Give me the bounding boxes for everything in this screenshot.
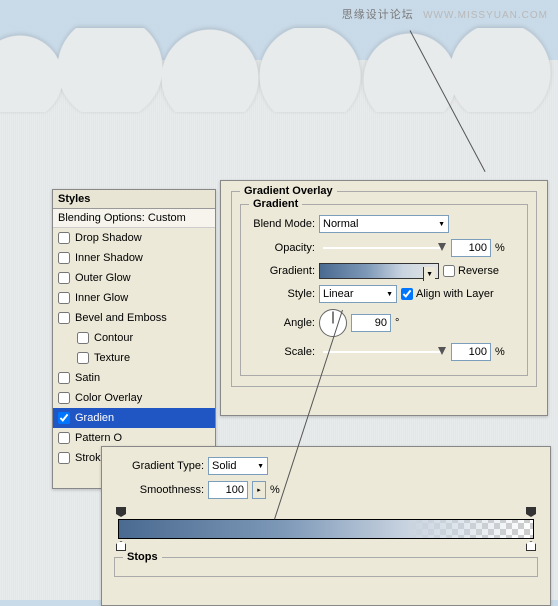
scale-slider[interactable] (323, 345, 443, 359)
gradient-track[interactable] (118, 519, 534, 539)
angle-label: Angle: (249, 317, 315, 329)
smoothness-label: Smoothness: (114, 484, 204, 496)
style-checkbox[interactable] (58, 432, 70, 444)
smoothness-value[interactable]: 100 (208, 481, 248, 499)
style-row-drop-shadow[interactable]: Drop Shadow (53, 228, 215, 248)
gradient-picker[interactable] (319, 263, 439, 279)
color-stop-right[interactable] (526, 541, 536, 551)
blend-mode-select[interactable]: Normal (319, 215, 449, 233)
opacity-slider[interactable] (323, 241, 443, 255)
style-checkbox[interactable] (77, 332, 89, 344)
overlay-title: Gradient Overlay (240, 185, 337, 197)
style-row-gradient-overlay[interactable]: Gradien (53, 408, 215, 428)
opacity-pct: % (495, 242, 505, 254)
style-row-pattern-overlay[interactable]: Pattern O (53, 428, 215, 448)
style-checkbox[interactable] (58, 392, 70, 404)
style-checkbox[interactable] (58, 372, 70, 384)
scale-label: Scale: (249, 346, 315, 358)
opacity-value[interactable]: 100 (451, 239, 491, 257)
style-label: Inner Glow (75, 292, 128, 304)
smoothness-dropdown-icon[interactable]: ▸ (252, 481, 266, 499)
align-checkbox[interactable]: Align with Layer (401, 288, 494, 300)
style-label: Gradien (75, 412, 114, 424)
style-select[interactable]: Linear (319, 285, 397, 303)
style-row-satin[interactable]: Satin (53, 368, 215, 388)
scale-value[interactable]: 100 (451, 343, 491, 361)
style-checkbox[interactable] (58, 232, 70, 244)
color-stop-left[interactable] (116, 541, 126, 551)
styles-panel: Styles Blending Options: Custom Drop Sha… (52, 189, 216, 489)
reverse-checkbox[interactable]: Reverse (443, 265, 499, 277)
opacity-stop-left[interactable] (116, 507, 126, 517)
style-checkbox[interactable] (58, 292, 70, 304)
style-label: Style: (249, 288, 315, 300)
styles-subheader[interactable]: Blending Options: Custom (53, 209, 215, 228)
smoothness-pct: % (270, 484, 280, 496)
style-row-inner-shadow[interactable]: Inner Shadow (53, 248, 215, 268)
style-label: Outer Glow (75, 272, 131, 284)
gradient-type-label: Gradient Type: (114, 460, 204, 472)
style-label: Pattern O (75, 432, 122, 444)
reverse-input[interactable] (443, 265, 455, 277)
style-label: Bevel and Emboss (75, 312, 167, 324)
style-checkbox[interactable] (58, 272, 70, 284)
style-row-outer-glow[interactable]: Outer Glow (53, 268, 215, 288)
style-label: Color Overlay (75, 392, 142, 404)
overlay-subtitle: Gradient (249, 198, 302, 210)
style-row-contour[interactable]: Contour (53, 328, 215, 348)
angle-value[interactable]: 90 (351, 314, 391, 332)
style-label: Contour (94, 332, 133, 344)
styles-header: Styles (53, 190, 215, 209)
stops-fieldset: Stops (114, 557, 538, 577)
style-checkbox[interactable] (77, 352, 89, 364)
styles-list: Drop Shadow Inner Shadow Outer Glow Inner G… (53, 228, 215, 468)
gradient-fieldset: Gradient Blend Mode: Normal Opacity: 100… (240, 204, 528, 376)
gradient-bar[interactable] (118, 509, 534, 549)
style-label: Inner Shadow (75, 252, 143, 264)
angle-dial[interactable] (319, 309, 347, 337)
watermark-en: WWW.MISSYUAN.COM (423, 10, 548, 21)
style-label: Texture (94, 352, 130, 364)
style-row-inner-glow[interactable]: Inner Glow (53, 288, 215, 308)
gradient-editor-panel: Gradient Type: Solid Smoothness: 100 ▸ %… (101, 446, 551, 606)
overlay-fieldset: Gradient Overlay Gradient Blend Mode: No… (231, 191, 537, 387)
style-row-color-overlay[interactable]: Color Overlay (53, 388, 215, 408)
opacity-label: Opacity: (249, 242, 315, 254)
blend-mode-label: Blend Mode: (249, 218, 315, 230)
gradient-overlay-panel: Gradient Overlay Gradient Blend Mode: No… (220, 180, 548, 416)
angle-deg: ° (395, 317, 399, 329)
style-checkbox[interactable] (58, 312, 70, 324)
style-row-texture[interactable]: Texture (53, 348, 215, 368)
gradient-label: Gradient: (249, 265, 315, 277)
style-checkbox[interactable] (58, 452, 70, 464)
style-checkbox[interactable] (58, 252, 70, 264)
watermark-cn: 思缘设计论坛 (342, 9, 414, 21)
gradient-type-select[interactable]: Solid (208, 457, 268, 475)
stops-label: Stops (123, 551, 162, 563)
style-row-bevel-and-emboss[interactable]: Bevel and Emboss (53, 308, 215, 328)
style-label: Drop Shadow (75, 232, 142, 244)
opacity-stop-right[interactable] (526, 507, 536, 517)
align-input[interactable] (401, 288, 413, 300)
style-checkbox[interactable] (58, 412, 70, 424)
scale-pct: % (495, 346, 505, 358)
style-label: Satin (75, 372, 100, 384)
watermark: 思缘设计论坛 WWW.MISSYUAN.COM (342, 6, 548, 22)
